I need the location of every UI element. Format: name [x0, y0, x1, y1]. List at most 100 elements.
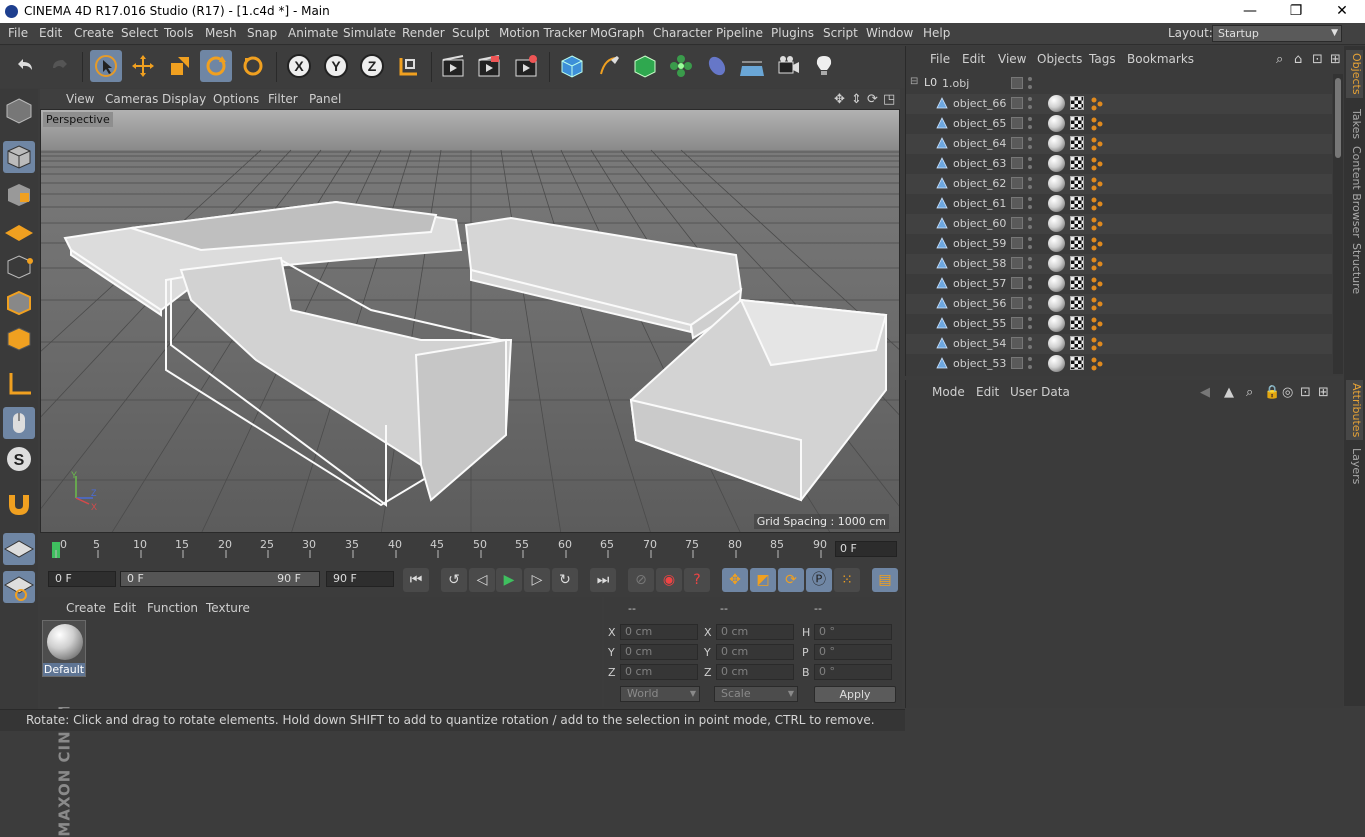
objects-menu-bookmarks[interactable]: Bookmarks [1127, 52, 1194, 66]
end-frame-field[interactable]: 90 F [326, 571, 394, 587]
texture-tag-icon[interactable] [1070, 216, 1084, 230]
object-row[interactable]: object_66 [906, 94, 1332, 114]
material-tag-icon[interactable] [1048, 215, 1065, 232]
render-visibility-dot[interactable] [1028, 285, 1032, 289]
menu-snap[interactable]: Snap [247, 26, 277, 40]
attributes-menu-edit[interactable]: Edit [976, 385, 999, 399]
cloner-icon[interactable] [665, 50, 697, 82]
menu-sculpt[interactable]: Sculpt [452, 26, 489, 40]
uvw-tag-icon[interactable] [1089, 116, 1105, 132]
cube-icon[interactable] [556, 50, 588, 82]
texture-tag-icon[interactable] [1070, 176, 1084, 190]
uvw-tag-icon[interactable] [1089, 256, 1105, 272]
render-visibility-dot[interactable] [1028, 145, 1032, 149]
menu-edit[interactable]: Edit [39, 26, 62, 40]
visibility-toggle-icon[interactable] [1011, 237, 1023, 249]
uvw-tag-icon[interactable] [1089, 176, 1105, 192]
scale-key-icon[interactable]: ◩ [750, 568, 776, 592]
editor-visibility-dot[interactable] [1028, 197, 1032, 201]
material-menu-texture[interactable]: Texture [206, 601, 250, 615]
uvw-tag-icon[interactable] [1089, 136, 1105, 152]
menu-character[interactable]: Character [653, 26, 712, 40]
size-x-field[interactable]: 0 cm [716, 624, 794, 640]
tab-takes[interactable]: Takes [1346, 104, 1363, 144]
object-row[interactable]: object_58 [906, 254, 1332, 274]
render-view-icon[interactable] [437, 50, 469, 82]
object-row[interactable]: object_59 [906, 234, 1332, 254]
visibility-toggle-icon[interactable] [1011, 217, 1023, 229]
floor-icon[interactable] [736, 50, 768, 82]
object-row[interactable]: object_53 [906, 354, 1332, 374]
texture-tag-icon[interactable] [1070, 236, 1084, 250]
move-icon[interactable] [127, 50, 159, 82]
editor-visibility-dot[interactable] [1028, 177, 1032, 181]
objects-menu-file[interactable]: File [930, 52, 950, 66]
viewport-menu-options[interactable]: Options [213, 92, 259, 106]
render-visibility-dot[interactable] [1028, 105, 1032, 109]
object-row[interactable]: object_64 [906, 134, 1332, 154]
edit-render-settings-icon[interactable] [510, 50, 542, 82]
play-icon[interactable]: ▶ [496, 568, 522, 592]
object-row[interactable]: object_55 [906, 314, 1332, 334]
material-tag-icon[interactable] [1048, 255, 1065, 272]
maximize-panel-icon[interactable]: ⊞ [1318, 385, 1329, 400]
pan-icon[interactable]: ✥ [834, 92, 845, 107]
go-to-end-icon[interactable]: ⏭ [590, 568, 616, 592]
scale-icon[interactable] [164, 50, 196, 82]
position-z-field[interactable]: 0 cm [620, 664, 698, 680]
editor-visibility-dot[interactable] [1028, 137, 1032, 141]
layout-select[interactable]: Startup ▼ [1212, 25, 1342, 42]
visibility-toggle-icon[interactable] [1011, 337, 1023, 349]
object-row[interactable]: object_54 [906, 334, 1332, 354]
menu-script[interactable]: Script [823, 26, 858, 40]
editor-visibility-dot[interactable] [1028, 237, 1032, 241]
recent-tool-icon[interactable] [237, 50, 269, 82]
orbit-icon[interactable]: ⟳ [867, 92, 878, 107]
material-tag-icon[interactable] [1048, 295, 1065, 312]
visibility-toggle-icon[interactable] [1011, 97, 1023, 109]
model-mode-icon[interactable] [3, 141, 35, 173]
start-frame-field[interactable]: 0 F [48, 571, 116, 587]
move-key-icon[interactable]: ✥ [722, 568, 748, 592]
x-axis-icon[interactable]: X [283, 50, 315, 82]
visibility-toggle-icon[interactable] [1011, 277, 1023, 289]
editor-visibility-dot[interactable] [1028, 97, 1032, 101]
redo-icon[interactable] [45, 50, 77, 82]
uvw-tag-icon[interactable] [1089, 236, 1105, 252]
scrollbar-thumb[interactable] [1335, 78, 1341, 158]
menu-mograph[interactable]: MoGraph [590, 26, 645, 40]
locked-workplane-icon[interactable] [3, 533, 35, 565]
editor-visibility-dot[interactable] [1028, 317, 1032, 321]
go-to-start-icon[interactable]: ⏮ [403, 568, 429, 592]
menu-select[interactable]: Select [121, 26, 158, 40]
object-row[interactable]: object_62 [906, 174, 1332, 194]
object-row[interactable]: object_57 [906, 274, 1332, 294]
dolly-icon[interactable]: ⇕ [851, 92, 862, 107]
attributes-menu-mode[interactable]: Mode [932, 385, 965, 399]
texture-tag-icon[interactable] [1070, 196, 1084, 210]
texture-tag-icon[interactable] [1070, 156, 1084, 170]
planar-workplane-icon[interactable] [3, 571, 35, 603]
material-tag-icon[interactable] [1048, 235, 1065, 252]
material-tag-icon[interactable] [1048, 195, 1065, 212]
material-tag-icon[interactable] [1048, 355, 1065, 372]
menu-tools[interactable]: Tools [164, 26, 194, 40]
menu-create[interactable]: Create [74, 26, 114, 40]
menu-simulate[interactable]: Simulate [343, 26, 396, 40]
collapse-icon[interactable]: ⊟ [910, 76, 918, 87]
rotation-h-field[interactable]: 0 ° [814, 624, 892, 640]
parameter-key-icon[interactable]: Ⓟ [806, 568, 832, 592]
texture-tag-icon[interactable] [1070, 296, 1084, 310]
material-menu-edit[interactable]: Edit [113, 601, 136, 615]
editor-visibility-dot[interactable] [1028, 297, 1032, 301]
rotation-p-field[interactable]: 0 ° [814, 644, 892, 660]
menu-plugins[interactable]: Plugins [771, 26, 814, 40]
render-visibility-dot[interactable] [1028, 345, 1032, 349]
viewport-menu-view[interactable]: View [66, 92, 94, 106]
tab-layers[interactable]: Layers [1346, 446, 1363, 486]
viewport-menu-filter[interactable]: Filter [268, 92, 298, 106]
snap-magnet-icon[interactable] [3, 487, 35, 519]
render-visibility-dot[interactable] [1028, 305, 1032, 309]
viewport[interactable]: Y Z X Perspective Grid Spacing : 1000 cm [40, 109, 900, 533]
object-row[interactable]: object_61 [906, 194, 1332, 214]
